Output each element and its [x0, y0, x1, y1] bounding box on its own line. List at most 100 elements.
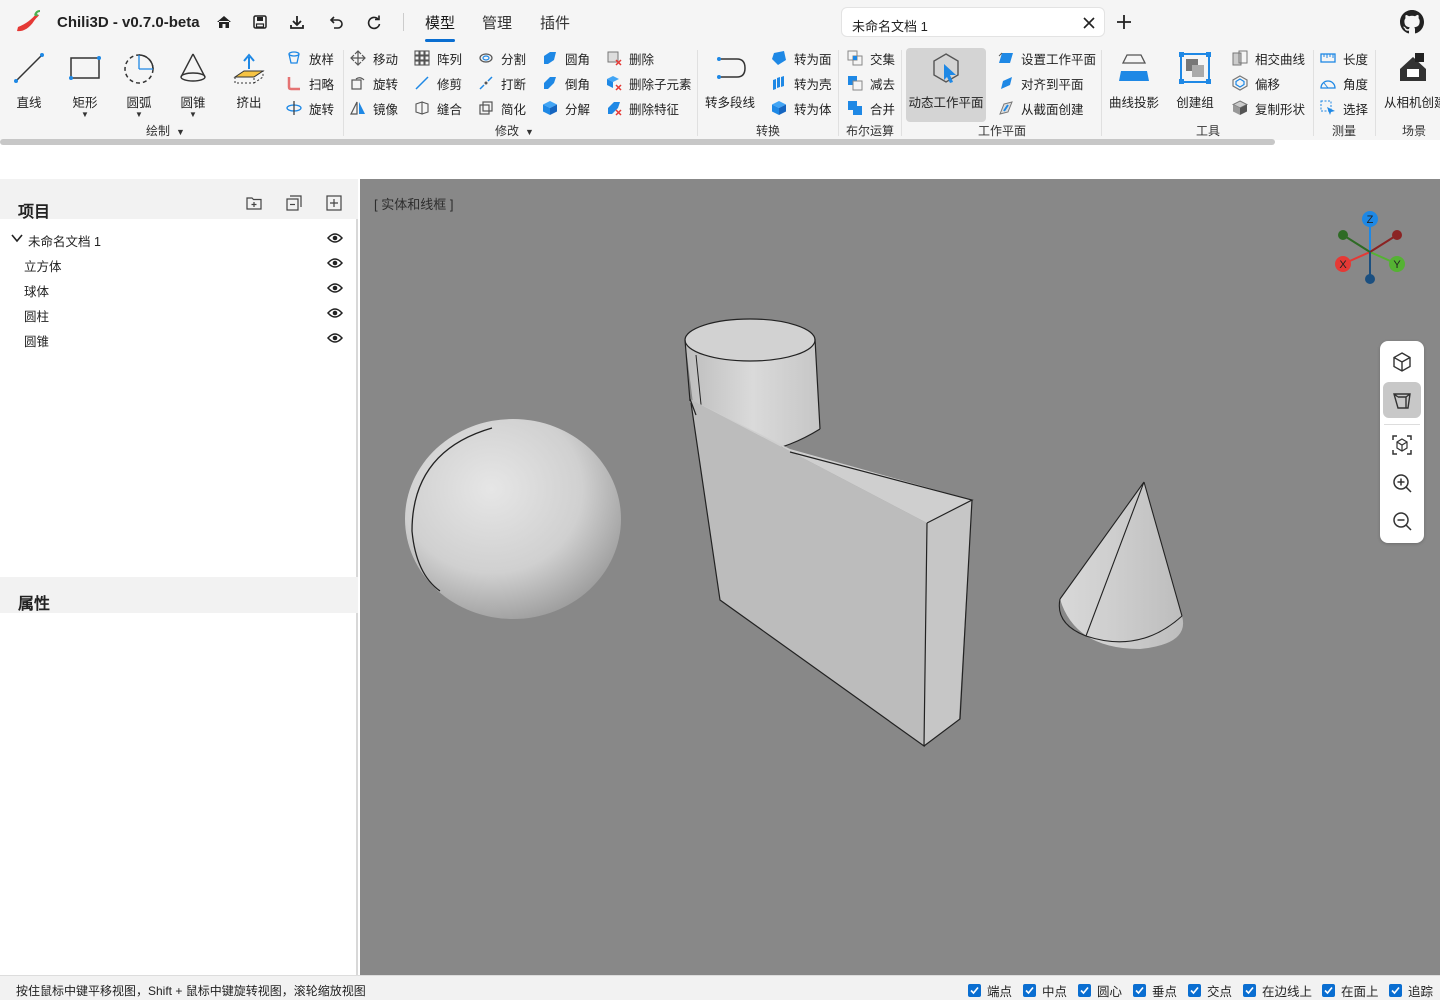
scene-canvas[interactable] [360, 179, 1440, 975]
tree-root[interactable]: 未命名文档 1 [0, 226, 358, 251]
eye-icon[interactable] [327, 332, 345, 346]
snap-on-edge-checkbox[interactable]: 在边线上 [1243, 981, 1312, 1000]
expand-all-icon[interactable] [325, 194, 343, 212]
sew-button[interactable]: 缝合 [413, 97, 462, 119]
new-folder-icon[interactable] [245, 194, 263, 212]
undo-icon[interactable] [325, 11, 347, 33]
tree-item[interactable]: 圆柱 [0, 301, 358, 326]
snap-perpendicular-checkbox[interactable]: 垂点 [1133, 981, 1177, 1000]
extrude-button[interactable]: 挤出 [221, 48, 277, 122]
split-button[interactable]: 分割 [477, 47, 526, 69]
arc-button[interactable]: 圆弧 ▼ [111, 48, 167, 122]
angle-button[interactable]: 角度 [1319, 72, 1368, 94]
break-button[interactable]: 打断 [477, 72, 526, 94]
perspective-icon[interactable] [1383, 344, 1421, 380]
redo-icon[interactable] [363, 11, 385, 33]
collapse-all-icon[interactable] [285, 194, 303, 212]
break-icon [477, 74, 495, 92]
subtract-button[interactable]: 减去 [846, 72, 895, 94]
zoom-out-icon[interactable] [1383, 503, 1421, 539]
chevron-down-icon[interactable]: ▼ [81, 111, 89, 119]
home-icon[interactable] [213, 11, 235, 33]
rotate-button[interactable]: 旋转 [349, 72, 398, 94]
sweep-button[interactable]: 扫略 [285, 72, 334, 94]
dynamic-workplane-button[interactable]: 动态工作平面 [906, 48, 986, 122]
eye-icon[interactable] [327, 232, 345, 246]
eye-icon[interactable] [327, 307, 345, 321]
union-button[interactable]: 合并 [846, 97, 895, 119]
to-face-button[interactable]: 转为面 [770, 47, 832, 69]
create-group-button[interactable]: 创建组 [1167, 48, 1223, 122]
polyline-icon [712, 50, 748, 86]
cone-button[interactable]: 圆锥 ▼ [165, 48, 221, 122]
chevron-down-icon[interactable] [11, 232, 23, 246]
chevron-down-icon[interactable]: ▼ [135, 111, 143, 119]
close-icon[interactable] [1080, 14, 1098, 32]
fit-all-icon[interactable] [1383, 427, 1421, 463]
simplify-icon [477, 99, 495, 117]
set-workplane-icon [997, 49, 1015, 67]
delete-button[interactable]: 删除 [605, 47, 654, 69]
check-icon [1188, 984, 1201, 997]
move-button[interactable]: 移动 [349, 47, 398, 69]
tree-item[interactable]: 球体 [0, 276, 358, 301]
offset-button[interactable]: 偏移 [1231, 72, 1280, 94]
to-solid-button[interactable]: 转为体 [770, 97, 832, 119]
tab-plugins[interactable]: 插件 [540, 12, 570, 38]
array-button[interactable]: 阵列 [413, 47, 462, 69]
from-section-button[interactable]: 从截面创建 [997, 97, 1084, 119]
group-label-modify[interactable]: 修改 ▼ [495, 122, 534, 139]
cone-shape[interactable] [1058, 481, 1184, 649]
orthographic-icon[interactable] [1383, 382, 1421, 418]
tab-manage[interactable]: 管理 [482, 12, 512, 38]
delete-sub-button[interactable]: 删除子元素 [605, 72, 692, 94]
curve-project-button[interactable]: 曲线投影 [1106, 48, 1162, 122]
tab-model[interactable]: 模型 [425, 12, 456, 42]
delete-feature-button[interactable]: 删除特征 [605, 97, 679, 119]
document-tab[interactable]: 未命名文档 1 [841, 7, 1105, 37]
chamfer-button[interactable]: 倒角 [541, 72, 590, 94]
select-button[interactable]: 选择 [1319, 97, 1368, 119]
download-icon[interactable] [286, 11, 308, 33]
line-button[interactable]: 直线 [1, 48, 57, 122]
snap-center-checkbox[interactable]: 圆心 [1078, 981, 1122, 1000]
align-plane-button[interactable]: 对齐到平面 [997, 72, 1084, 94]
revolve-button[interactable]: 旋转 [285, 97, 334, 119]
tree-item[interactable]: 圆锥 [0, 326, 358, 351]
save-icon[interactable] [249, 11, 271, 33]
fillet-button[interactable]: 圆角 [541, 47, 590, 69]
axis-gizmo[interactable]: Z X Y [1315, 207, 1425, 292]
from-camera-button[interactable]: 从相机创建 [1383, 48, 1440, 122]
add-document-icon[interactable] [1113, 11, 1135, 33]
polyline-button[interactable]: 转多段线 [702, 48, 758, 122]
github-icon[interactable] [1400, 10, 1424, 34]
set-workplane-button[interactable]: 设置工作平面 [997, 47, 1096, 69]
3d-viewport[interactable]: [ 实体和线框 ] Z X Y [360, 179, 1440, 975]
box-shape[interactable] [689, 398, 974, 748]
rect-button[interactable]: 矩形 ▼ [57, 48, 113, 122]
group-label-draw[interactable]: 绘制 ▼ [146, 122, 185, 139]
explode-button[interactable]: 分解 [541, 97, 590, 119]
eye-icon[interactable] [327, 257, 345, 271]
eye-icon[interactable] [327, 282, 345, 296]
intersect-button[interactable]: 交集 [846, 47, 895, 69]
to-shell-button[interactable]: 转为壳 [770, 72, 832, 94]
ribbon-scrollbar[interactable] [0, 139, 1275, 145]
snap-tracking-checkbox[interactable]: 追踪 [1389, 981, 1433, 1000]
tree-item[interactable]: 立方体 [0, 251, 358, 276]
snap-on-face-checkbox[interactable]: 在面上 [1322, 981, 1379, 1000]
sphere-shape[interactable] [405, 419, 621, 619]
snap-endpoint-checkbox[interactable]: 端点 [968, 981, 1012, 1000]
intersect-curve-button[interactable]: 相交曲线 [1231, 47, 1305, 69]
project-panel-header: 项目 [0, 179, 358, 221]
trim-button[interactable]: 修剪 [413, 72, 462, 94]
copy-shape-button[interactable]: 复制形状 [1231, 97, 1305, 119]
simplify-button[interactable]: 简化 [477, 97, 526, 119]
snap-midpoint-checkbox[interactable]: 中点 [1023, 981, 1067, 1000]
chevron-down-icon[interactable]: ▼ [189, 111, 197, 119]
length-button[interactable]: 长度 [1319, 47, 1368, 69]
snap-intersection-checkbox[interactable]: 交点 [1188, 981, 1232, 1000]
mirror-button[interactable]: 镜像 [349, 97, 398, 119]
loft-button[interactable]: 放样 [285, 47, 334, 69]
zoom-in-icon[interactable] [1383, 465, 1421, 501]
